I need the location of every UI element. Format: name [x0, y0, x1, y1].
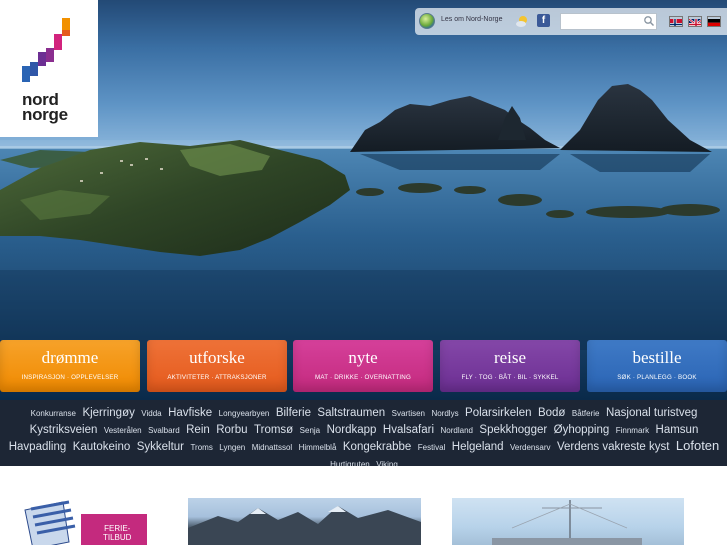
tag-link[interactable]: Nordland — [441, 426, 473, 435]
tag-link[interactable]: Nordkapp — [327, 424, 377, 436]
tag-link[interactable]: Verdens vakreste kyst — [557, 441, 670, 453]
tag-link[interactable]: Svalbard — [148, 426, 180, 435]
tag-link[interactable]: Finnmark — [616, 426, 649, 435]
tag-link[interactable]: Midnattssol — [252, 443, 292, 452]
tag-link[interactable]: Konkurranse — [31, 409, 76, 418]
tag-link[interactable]: Verdensarv — [510, 443, 550, 452]
tag-link[interactable]: Saltstraumen — [317, 407, 385, 419]
nav-reise-button[interactable]: reise FLY · TOG · BÅT · BIL · SYKKEL — [440, 340, 580, 392]
logo-word-norge: norge — [22, 105, 68, 124]
tag-link[interactable]: Lyngen — [219, 443, 245, 452]
nav-title: bestille — [632, 348, 682, 367]
search-icon[interactable] — [643, 15, 655, 27]
nav-subtitle: FLY · TOG · BÅT · BIL · SYKKEL — [461, 374, 559, 381]
nav-title: drømme — [41, 348, 99, 367]
mountain-image — [188, 506, 421, 545]
promo-ferietilbud[interactable]: FERIE- TILBUD — [21, 498, 151, 545]
nav-subtitle: AKTIVITETER · ATTRAKSJONER — [167, 374, 267, 381]
utility-bar: Les om Nord-Norge f — [415, 8, 727, 35]
page: nord norge Les om Nord-Norge f drømme IN… — [0, 0, 727, 545]
globe-icon[interactable] — [419, 13, 435, 29]
about-link[interactable]: Les om Nord-Norge — [441, 16, 502, 23]
nav-nyte-button[interactable]: nyte MAT · DRIKKE · OVERNATTING — [293, 340, 433, 392]
uk-flag-icon[interactable] — [688, 16, 702, 27]
nav-subtitle: SØK · PLANLEGG · BOOK — [617, 374, 697, 381]
tag-link[interactable]: Bilferie — [276, 407, 311, 419]
ship-photo[interactable] — [452, 498, 684, 545]
promo-badge-line1: FERIE- — [104, 524, 131, 533]
nav-subtitle: MAT · DRIKKE · OVERNATTING — [315, 374, 411, 381]
tag-link[interactable]: Rein — [186, 424, 210, 436]
nord-norge-logo[interactable]: nord norge — [0, 0, 98, 137]
tag-link[interactable]: Troms — [190, 443, 212, 452]
tag-link[interactable]: Senja — [300, 426, 320, 435]
tag-link[interactable]: Kjerringøy — [82, 407, 134, 419]
promo-badge-line2: TILBUD — [103, 533, 132, 542]
tag-link[interactable]: Polarsirkelen — [465, 407, 531, 419]
tag-link[interactable]: Nasjonal turistveg — [606, 407, 697, 419]
facebook-icon[interactable]: f — [537, 14, 550, 27]
tag-link[interactable]: Havfiske — [168, 407, 212, 419]
tag-link[interactable]: Hvalsafari — [383, 424, 434, 436]
tag-link[interactable]: Rorbu — [216, 424, 247, 436]
nav-subtitle: INSPIRASJON · OPPLEVELSER — [21, 374, 119, 381]
tag-link[interactable]: Helgeland — [452, 441, 504, 453]
nav-utforske-button[interactable]: utforske AKTIVITETER · ATTRAKSJONER — [147, 340, 287, 392]
tag-link[interactable]: Kautokeino — [73, 441, 131, 453]
nav-dromme-button[interactable]: drømme INSPIRASJON · OPPLEVELSER — [0, 340, 140, 392]
tag-link[interactable]: Hamsun — [656, 424, 699, 436]
tag-link[interactable]: Svartisen — [392, 409, 425, 418]
tag-link[interactable]: Tromsø — [254, 424, 293, 436]
nav-title: reise — [493, 348, 527, 367]
tag-link[interactable]: Vidda — [141, 409, 161, 418]
norwegian-flag-icon[interactable] — [669, 16, 683, 27]
tag-link[interactable]: Kystriksveien — [30, 424, 98, 436]
tag-link[interactable]: Havpadling — [9, 441, 67, 453]
logo-mark-icon — [22, 18, 70, 82]
nav-title: nyte — [348, 348, 378, 367]
tag-link[interactable]: Longyearbyen — [219, 409, 270, 418]
tag-link[interactable]: Båtferie — [572, 409, 600, 418]
weather-icon[interactable] — [515, 14, 529, 28]
tag-link[interactable]: Øyhopping — [554, 424, 610, 436]
nav-bestille-button[interactable]: bestille SØK · PLANLEGG · BOOK — [587, 340, 727, 392]
tag-link[interactable]: Himmelblå — [299, 443, 337, 452]
tag-link[interactable]: Kongekrabbe — [343, 441, 411, 453]
tag-link[interactable]: Lofoten — [676, 438, 719, 453]
tag-link[interactable]: Spekkhogger — [479, 424, 547, 436]
tag-cloud: Konkurranse Kjerringøy Vidda Havfiske Lo… — [6, 404, 722, 472]
tag-link[interactable]: Festival — [418, 443, 446, 452]
tag-link[interactable]: Sykkeltur — [137, 441, 184, 453]
mountain-photo[interactable] — [188, 498, 421, 545]
promo-badge: FERIE- TILBUD — [103, 524, 131, 542]
beach-chair-icon — [24, 500, 147, 545]
nav-title: utforske — [189, 348, 245, 367]
german-flag-icon[interactable] — [707, 16, 721, 27]
tag-link[interactable]: Vesterålen — [104, 426, 142, 435]
tag-link[interactable]: Nordlys — [431, 409, 458, 418]
ship-image — [492, 500, 642, 545]
tag-link[interactable]: Bodø — [538, 407, 566, 419]
